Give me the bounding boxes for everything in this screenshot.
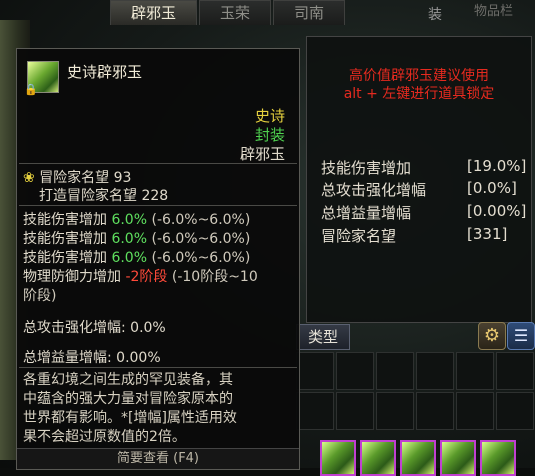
stat-value: [0.0%] [467, 179, 517, 197]
defense-value: -2阶段 [125, 269, 168, 285]
gear-icon[interactable]: ⚙ [478, 322, 506, 350]
fame-icon: ❀ [23, 170, 35, 186]
stat-attack-amp: 总攻击强化增幅 [0.0%] [321, 179, 521, 200]
defense-row: 物理防御力增加 -2阶段 (-10阶段~10 [23, 266, 258, 286]
effect-name: 技能伤害增加 [23, 212, 107, 228]
stat-label: 总增益量增幅 [321, 204, 412, 222]
jade-icon: 🔒 [24, 61, 59, 96]
desc-line: 果不会超过原数值的2倍。 [23, 429, 186, 445]
tab-sinan[interactable]: 司南 [273, 0, 346, 25]
divider [19, 163, 297, 164]
fame-row: ❀ 冒险家名望 93 [23, 167, 131, 187]
fame-label: 冒险家名望 [39, 170, 110, 186]
effect-row: 技能伤害增加 6.0% (-6.0%~6.0%) [23, 209, 250, 229]
list-icon[interactable]: ☰ [507, 322, 535, 350]
defense-range-tail: 阶段) [23, 288, 57, 304]
grid-cell[interactable] [376, 352, 414, 390]
stat-value: [19.0%] [467, 157, 527, 175]
desc-line: 各重幻境之间生成的罕见装备，其 [23, 372, 233, 388]
desc-line: 中蕴含的强大力量对冒险家原本的 [23, 391, 233, 407]
brief-view-button[interactable]: 简要查看 (F4) [17, 448, 299, 469]
craft-fame-row: 打造冒险家名望 228 [39, 185, 168, 205]
effect-range: (-6.0%~6.0%) [151, 231, 251, 247]
grid-cell[interactable] [496, 392, 534, 430]
fame-value: 93 [113, 170, 132, 186]
jade-item-slot[interactable] [480, 440, 516, 476]
stat-label: 总攻击强化增幅 [321, 181, 427, 199]
craft-fame-label: 打造冒险家名望 [39, 188, 137, 204]
effect-row: 技能伤害增加 6.0% (-6.0%~6.0%) [23, 228, 250, 248]
effect-value: 6.0% [111, 231, 148, 247]
desc-line: 世界都有影响。*[增幅]属性适用效 [23, 410, 237, 426]
grid-cell[interactable] [496, 352, 534, 390]
grid-cell[interactable] [376, 392, 414, 430]
tab-inventory-partial[interactable]: 物品栏 [474, 0, 513, 19]
jade-item-slot[interactable] [320, 440, 356, 476]
lock-warning-line1: 高价值辟邪玉建议使用 [349, 68, 489, 84]
grid-cell[interactable] [336, 392, 374, 430]
divider [19, 205, 297, 206]
jade-item-slot[interactable] [440, 440, 476, 476]
item-description: 各重幻境之间生成的罕见装备，其 中蕴含的强大力量对冒险家原本的 世界都有影响。*… [23, 371, 293, 447]
stat-value: [0.00%] [467, 202, 527, 220]
tab-bixieyu[interactable]: 辟邪玉 [110, 0, 198, 25]
grid-cell[interactable] [456, 352, 494, 390]
stats-panel: 高价值辟邪玉建议使用 alt + 左键进行道具锁定 技能伤害增加 [19.0%]… [306, 36, 532, 323]
stat-buff-amp: 总增益量增幅 [0.00%] [321, 202, 526, 223]
item-tooltip: 🔒 史诗辟邪玉 史诗 封装 辟邪玉 ❀ 冒险家名望 93 打造冒险家名望 228… [16, 48, 300, 470]
divider [19, 367, 297, 368]
item-grid [296, 352, 535, 476]
defense-row-wrap: 阶段) [23, 285, 56, 305]
tab-yurong[interactable]: 玉荣 [199, 0, 272, 25]
grid-cell[interactable] [296, 392, 334, 430]
tab-partial[interactable]: 装 [428, 4, 442, 24]
jade-item-slot[interactable] [400, 440, 436, 476]
effect-value: 6.0% [111, 250, 148, 266]
effect-range: (-6.0%~6.0%) [151, 250, 251, 266]
effect-row: 技能伤害增加 6.0% (-6.0%~6.0%) [23, 247, 250, 267]
effect-name: 技能伤害增加 [23, 231, 107, 247]
grid-cell[interactable] [336, 352, 374, 390]
buff-amp-row: 总增益量增幅: 0.00% [23, 350, 161, 366]
defense-range: (-10阶段~10 [171, 269, 258, 285]
lock-warning-line2: alt + 左键进行道具锁定 [343, 86, 495, 102]
lock-icon: 🔒 [24, 83, 38, 96]
grid-cell[interactable] [296, 352, 334, 390]
grid-cell[interactable] [456, 392, 494, 430]
effect-value: 6.0% [111, 212, 148, 228]
effect-range: (-6.0%~6.0%) [151, 212, 251, 228]
item-bind-status: 封装 [254, 126, 285, 144]
grid-cell[interactable] [416, 352, 454, 390]
grid-cell[interactable] [416, 392, 454, 430]
type-filter-button[interactable]: 类型 [296, 324, 350, 350]
stat-fame: 冒险家名望 [331] [321, 225, 521, 246]
item-rarity: 史诗 [254, 107, 285, 125]
craft-fame-value: 228 [141, 188, 169, 204]
stat-value: [331] [467, 225, 508, 243]
defense-name: 物理防御力增加 [23, 269, 121, 285]
stat-label: 冒险家名望 [321, 227, 397, 245]
item-name: 史诗辟邪玉 [67, 63, 143, 81]
attack-amp-row: 总攻击强化增幅: 0.0% [23, 320, 166, 336]
tab-bar: 辟邪玉 玉荣 司南 [110, 0, 346, 26]
stat-skill-damage: 技能伤害增加 [19.0%] [321, 157, 526, 178]
jade-item-slot[interactable] [360, 440, 396, 476]
stat-label: 技能伤害增加 [321, 159, 412, 177]
effect-name: 技能伤害增加 [23, 250, 107, 266]
item-category: 辟邪玉 [239, 145, 285, 163]
